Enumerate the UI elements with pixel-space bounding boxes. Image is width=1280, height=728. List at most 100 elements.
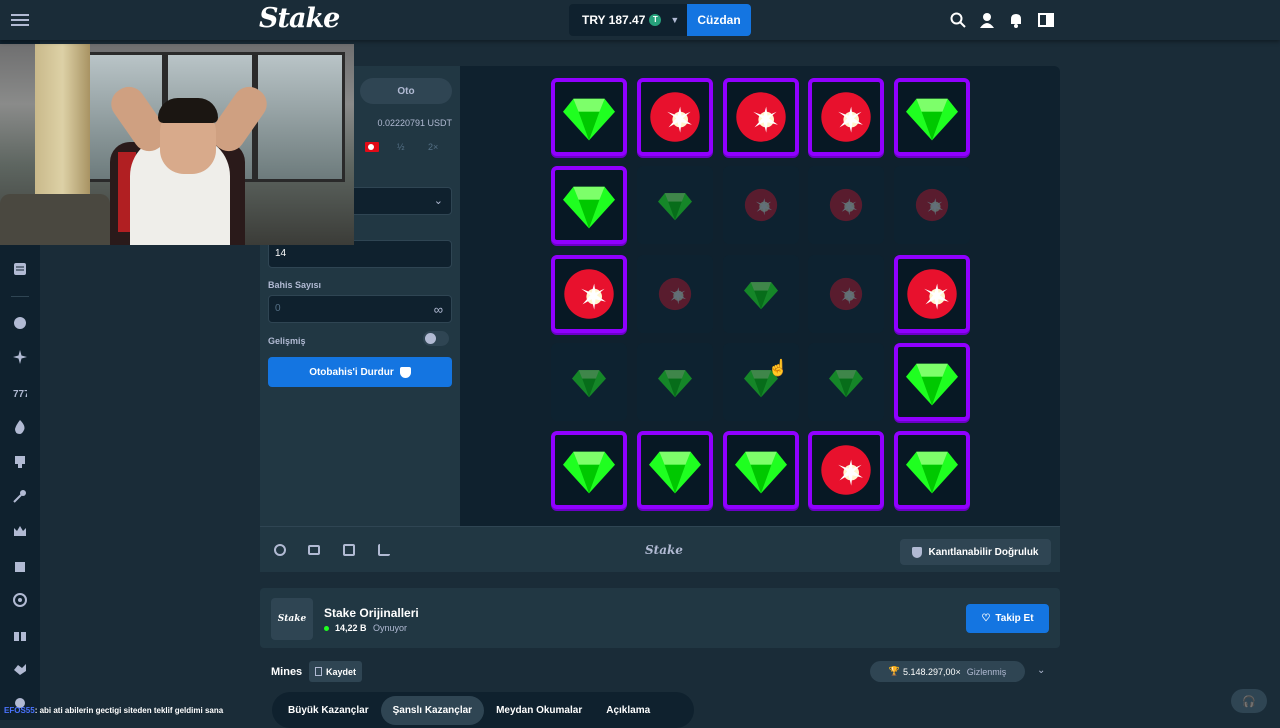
chat-user: EFOS55 — [4, 706, 35, 715]
search-icon[interactable] — [950, 12, 966, 28]
game-footer-bar: Stake Kanıtlanabilir Doğruluk — [260, 526, 1060, 572]
theater-icon[interactable] — [308, 545, 320, 555]
key-icon[interactable] — [13, 489, 27, 503]
curtain — [35, 44, 90, 219]
record-badge[interactable]: 🏆 5.148.297,00× Gizlenmiş — [870, 661, 1025, 682]
publisher-name[interactable]: Stake Orijinalleri — [324, 606, 419, 620]
gem-tile[interactable] — [894, 431, 970, 509]
trophy-icon[interactable] — [13, 455, 27, 469]
provably-fair-label: Kanıtlanabilir Doğruluk — [928, 546, 1039, 558]
mine-tile[interactable] — [723, 166, 799, 244]
settings-icon[interactable] — [274, 544, 286, 556]
chat-text: : abi ati abilerin gectigi siteden tekli… — [34, 706, 224, 715]
gem-tile[interactable] — [894, 343, 970, 421]
gem-tile[interactable] — [551, 431, 627, 509]
stake-logo[interactable]: Stake — [259, 3, 340, 34]
flame-icon[interactable] — [13, 420, 27, 434]
follow-button[interactable]: ♡ Takip Et — [966, 604, 1049, 633]
footer-brand: Stake — [645, 543, 683, 557]
gem-tile[interactable] — [637, 343, 713, 421]
mine-icon — [564, 269, 614, 319]
gem-tile[interactable] — [723, 343, 799, 421]
mine-tile[interactable] — [808, 166, 884, 244]
mine-icon — [821, 445, 871, 495]
mine-icon — [821, 92, 871, 142]
mine-icon — [658, 277, 692, 311]
playing-label: Oynuyor — [373, 623, 408, 633]
chevron-down-icon: ▼ — [670, 15, 680, 25]
gem-icon — [735, 451, 787, 494]
gem-tile[interactable] — [551, 78, 627, 156]
provably-fair-button[interactable]: Kanıtlanabilir Doğruluk — [900, 539, 1051, 565]
publisher-thumbnail[interactable]: Stake — [271, 598, 313, 640]
gem-tile[interactable] — [723, 431, 799, 509]
menu-icon[interactable] — [11, 12, 29, 28]
gift-bag-icon[interactable] — [13, 559, 27, 573]
target-icon[interactable] — [13, 593, 27, 607]
popout-icon[interactable] — [378, 544, 390, 556]
double-bet-button[interactable]: 2× — [428, 142, 438, 152]
user-icon[interactable] — [979, 12, 995, 28]
gift-icon[interactable] — [13, 628, 27, 642]
wallet-button[interactable]: Cüzdan — [687, 4, 751, 36]
gem-tile[interactable] — [894, 78, 970, 156]
gem-tile[interactable] — [551, 343, 627, 421]
gem-tile[interactable] — [637, 166, 713, 244]
mine-icon — [907, 269, 957, 319]
webcam-overlay — [0, 44, 354, 245]
mine-tile[interactable] — [637, 255, 713, 333]
online-dot — [324, 626, 329, 631]
sparkle-icon[interactable] — [13, 350, 27, 364]
hair — [158, 98, 218, 123]
mine-tile[interactable] — [723, 78, 799, 156]
top-bar: Stake TRY 187.47 T ▼ Cüzdan — [0, 0, 1280, 40]
gem-icon — [563, 186, 615, 229]
slots-icon[interactable]: 777 — [13, 385, 27, 399]
headset-icon[interactable]: 🎧 — [1231, 689, 1267, 713]
infinity-icon[interactable]: ∞ — [434, 302, 443, 317]
half-bet-button[interactable]: ½ — [397, 142, 405, 152]
chevron-down-icon[interactable]: ⌄ — [1037, 665, 1045, 676]
mine-tile[interactable] — [808, 255, 884, 333]
gem-tile[interactable] — [723, 255, 799, 333]
mine-tile[interactable] — [637, 78, 713, 156]
save-label: Kaydet — [325, 666, 356, 677]
stop-autobet-button[interactable]: Otobahis'i Durdur — [268, 357, 452, 387]
mine-tile[interactable] — [894, 166, 970, 244]
document-icon[interactable] — [13, 262, 27, 276]
mine-tile[interactable] — [894, 255, 970, 333]
tab-challenges[interactable]: Meydan Okumalar — [484, 696, 594, 725]
handshake-icon[interactable] — [13, 662, 27, 676]
mine-tile[interactable] — [808, 78, 884, 156]
gem-icon — [744, 282, 778, 310]
casino-icon[interactable] — [13, 316, 27, 330]
shield-icon — [399, 366, 411, 378]
crown-icon[interactable] — [13, 524, 27, 538]
balance-amount: TRY 187.47 — [582, 13, 646, 27]
advanced-toggle[interactable] — [423, 331, 449, 346]
mine-tile[interactable] — [551, 255, 627, 333]
gem-tile[interactable] — [551, 166, 627, 244]
gem-icon — [649, 451, 701, 494]
tab-big-wins[interactable]: Büyük Kazançlar — [276, 696, 381, 725]
tab-lucky-wins[interactable]: Şanslı Kazançlar — [380, 695, 485, 725]
stats-icon[interactable] — [343, 544, 355, 556]
save-button[interactable]: Kaydet — [309, 661, 362, 682]
gem-icon — [906, 363, 958, 406]
gem-tile[interactable] — [808, 343, 884, 421]
gem-icon — [563, 451, 615, 494]
hidden-label: Gizlenmiş — [966, 666, 1007, 677]
bell-icon[interactable] — [1008, 12, 1024, 28]
mine-tile[interactable] — [808, 431, 884, 509]
mine-icon — [829, 188, 863, 222]
balance-selector[interactable]: TRY 187.47 T ▼ — [569, 4, 687, 36]
tether-icon: T — [649, 14, 662, 26]
tab-description[interactable]: Açıklama — [594, 696, 662, 725]
mine-icon — [915, 188, 949, 222]
sidebar-toggle-icon[interactable] — [1038, 12, 1054, 28]
bet-count-input[interactable]: 0 ∞ — [268, 295, 452, 323]
tab-auto[interactable]: Oto — [360, 78, 452, 104]
gem-icon — [829, 370, 863, 398]
advanced-label: Gelişmiş — [268, 336, 306, 346]
gem-tile[interactable] — [637, 431, 713, 509]
